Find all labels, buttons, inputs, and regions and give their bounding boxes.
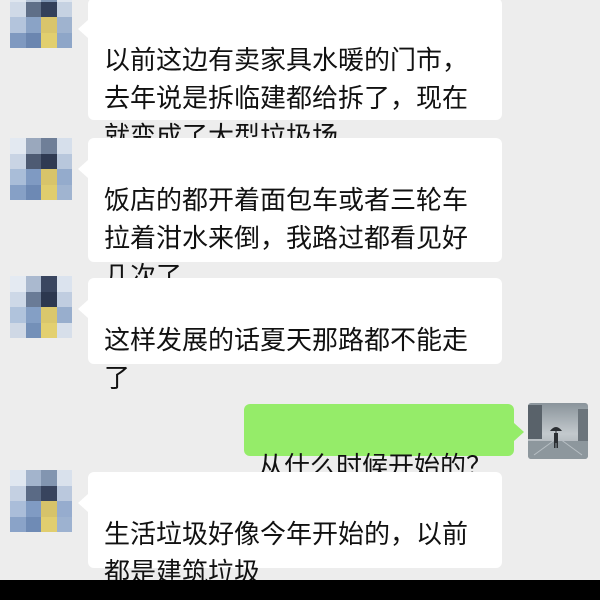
message-text: 生活垃圾好像今年开始的，以前 都是建筑垃圾 xyxy=(104,520,469,588)
bottom-bar xyxy=(0,580,600,600)
message-bubble-outgoing[interactable]: 从什么时候开始的？ xyxy=(244,404,524,482)
message-bubble[interactable]: 以前这边有卖家具水暖的门市， 去年说是拆临建都给拆了，现在 就变成了大型垃圾场 xyxy=(78,0,502,152)
chat-area[interactable]: 以前这边有卖家具水暖的门市， 去年说是拆临建都给拆了，现在 就变成了大型垃圾场 … xyxy=(0,0,600,588)
rainy-street-photo-icon xyxy=(528,403,588,459)
contact-avatar[interactable] xyxy=(10,0,72,48)
contact-avatar[interactable] xyxy=(10,276,72,338)
message-text: 饭店的都开着面包车或者三轮车 拉着泔水来倒，我路过都看见好 几次了 xyxy=(104,186,469,292)
message-bubble[interactable]: 这样发展的话夏天那路都不能走 了 xyxy=(78,278,502,394)
contact-avatar[interactable] xyxy=(10,470,72,532)
message-text: 以前这边有卖家具水暖的门市， 去年说是拆临建都给拆了，现在 就变成了大型垃圾场 xyxy=(104,46,469,152)
contact-avatar[interactable] xyxy=(10,138,72,200)
rainy-street-photo-avatar[interactable] xyxy=(528,403,588,459)
message-bubble[interactable]: 生活垃圾好像今年开始的，以前 都是建筑垃圾 xyxy=(78,472,502,588)
message-text: 这样发展的话夏天那路都不能走 了 xyxy=(104,326,469,394)
message-bubble[interactable]: 饭店的都开着面包车或者三轮车 拉着泔水来倒，我路过都看见好 几次了 xyxy=(78,138,502,292)
